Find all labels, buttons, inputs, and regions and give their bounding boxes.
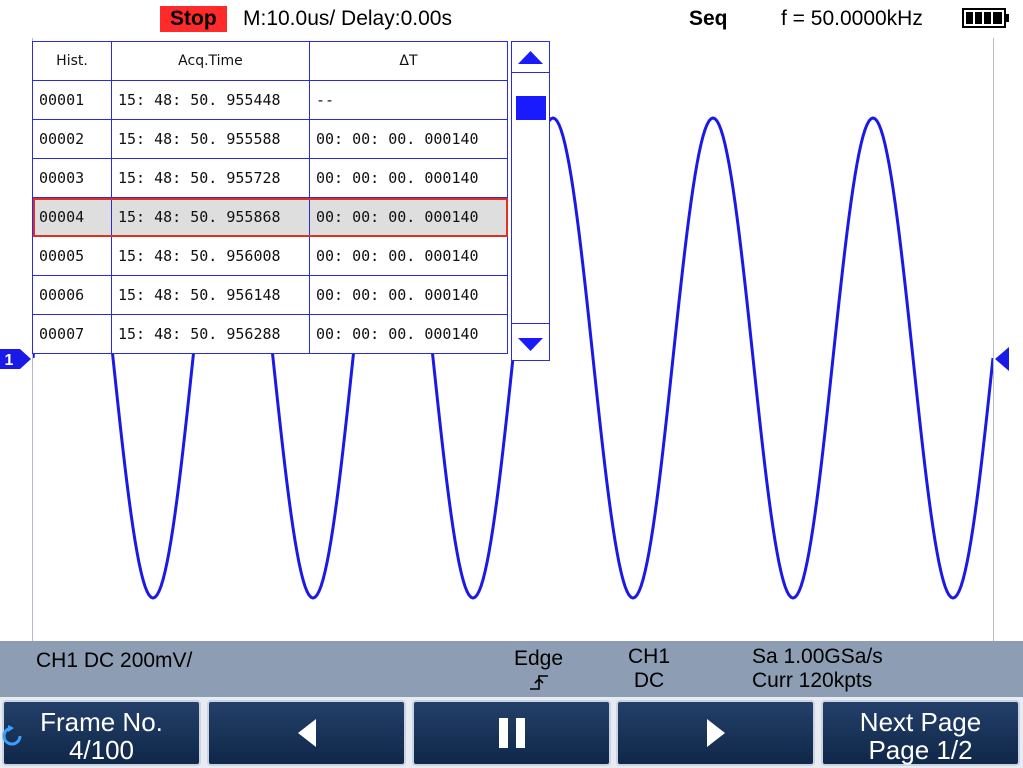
- trigger-coupling-label: DC: [633, 669, 665, 692]
- history-frame-table: Hist. Acq.Time ΔT 00001 15: 48: 50. 9554…: [32, 41, 508, 354]
- delta-t-cell: 00: 00: 00. 000140: [309, 236, 508, 276]
- sample-rate-readout: Sa 1.00GSa/s Curr 120kpts: [752, 645, 883, 693]
- hist-cell: 00005: [32, 236, 112, 276]
- acquisition-mode-readout: Seq: [689, 7, 728, 30]
- hist-cell: 00001: [32, 80, 112, 120]
- delta-t-cell: 00: 00: 00. 000140: [309, 158, 508, 198]
- delta-t-cell: --: [309, 80, 508, 120]
- scroll-up-arrow-icon[interactable]: [512, 42, 549, 73]
- acq-time-cell: 15: 48: 50. 955868: [111, 197, 310, 237]
- table-row[interactable]: 00003 15: 48: 50. 955728 00: 00: 00. 000…: [32, 158, 508, 198]
- table-row-selected[interactable]: 00004 15: 48: 50. 955868 00: 00: 00. 000…: [32, 197, 508, 237]
- triangle-left-icon: [297, 719, 316, 747]
- delta-t-cell: 00: 00: 00. 000140: [309, 275, 508, 315]
- table-row[interactable]: 00001 15: 48: 50. 955448 --: [32, 80, 508, 120]
- trigger-source-label: CH1: [628, 645, 671, 668]
- memory-depth-label: Curr 120kpts: [752, 669, 873, 692]
- acq-time-cell: 15: 48: 50. 955448: [111, 80, 310, 120]
- acq-time-cell: 15: 48: 50. 956008: [111, 236, 310, 276]
- page-indicator: Page 1/2: [868, 735, 973, 765]
- frame-number-value: 4/100: [68, 735, 135, 765]
- column-header-delta-t: ΔT: [309, 41, 508, 81]
- hist-cell: 00002: [32, 119, 112, 159]
- run-stop-status-badge[interactable]: Stop: [160, 6, 227, 32]
- hist-cell: 00006: [32, 275, 112, 315]
- delta-t-cell: 00: 00: 00. 000140: [309, 314, 508, 354]
- column-header-acq-time: Acq.Time: [111, 41, 310, 81]
- play-pause-button[interactable]: [412, 700, 611, 766]
- delta-t-cell: 00: 00: 00. 000140: [309, 197, 508, 237]
- rising-edge-icon: [530, 675, 548, 690]
- previous-frame-button[interactable]: [207, 700, 406, 766]
- trigger-source-readout[interactable]: CH1 DC: [628, 645, 670, 693]
- measurement-info-bar: CH1 DC 200mV/ Edge CH1 DC Sa 1.00GSa/s C…: [0, 641, 1023, 697]
- timebase-delay-readout: M:10.0us/ Delay:0.00s: [243, 7, 452, 30]
- next-page-label: Next Page: [859, 707, 982, 737]
- acq-time-cell: 15: 48: 50. 956148: [111, 275, 310, 315]
- ch1-marker-label: 1: [5, 352, 14, 369]
- column-header-hist: Hist.: [32, 41, 112, 81]
- triangle-right-icon: [706, 719, 725, 747]
- table-header-row: Hist. Acq.Time ΔT: [32, 41, 508, 81]
- hist-cell: 00003: [32, 158, 112, 198]
- table-row[interactable]: 00002 15: 48: 50. 955588 00: 00: 00. 000…: [32, 119, 508, 159]
- acq-time-cell: 15: 48: 50. 956288: [111, 314, 310, 354]
- history-scrollbar[interactable]: [511, 41, 550, 361]
- sample-rate-label: Sa 1.00GSa/s: [752, 645, 883, 668]
- frame-number-label: Frame No.: [40, 707, 163, 737]
- trigger-type-readout[interactable]: Edge: [514, 647, 563, 671]
- next-page-softkey[interactable]: Next Page Page 1/2: [821, 700, 1020, 766]
- ch1-settings-readout[interactable]: CH1 DC 200mV/: [36, 649, 192, 673]
- trigger-level-marker-icon[interactable]: [993, 346, 1011, 372]
- acq-time-cell: 15: 48: 50. 955728: [111, 158, 310, 198]
- scroll-down-arrow-icon[interactable]: [512, 323, 549, 360]
- ch1-offset-marker-icon[interactable]: 1: [0, 348, 32, 370]
- status-bar: Stop M:10.0us/ Delay:0.00s Seq f = 50.00…: [0, 0, 1023, 38]
- acq-time-cell: 15: 48: 50. 955588: [111, 119, 310, 159]
- pause-icon: [498, 718, 525, 748]
- hist-cell: 00007: [32, 314, 112, 354]
- table-row[interactable]: 00006 15: 48: 50. 956148 00: 00: 00. 000…: [32, 275, 508, 315]
- softkey-bar: Frame No. 4/100 Next Page Page 1/2: [0, 697, 1023, 768]
- table-row[interactable]: 00007 15: 48: 50. 956288 00: 00: 00. 000…: [32, 314, 508, 354]
- frame-number-softkey[interactable]: Frame No. 4/100: [2, 700, 201, 766]
- hist-cell: 00004: [32, 197, 112, 237]
- frequency-readout: f = 50.0000kHz: [781, 7, 923, 30]
- scrollbar-thumb[interactable]: [516, 95, 546, 120]
- battery-full-icon: [962, 8, 1009, 28]
- rotate-knob-icon: [2, 725, 22, 746]
- delta-t-cell: 00: 00: 00. 000140: [309, 119, 508, 159]
- table-row[interactable]: 00005 15: 48: 50. 956008 00: 00: 00. 000…: [32, 236, 508, 276]
- next-frame-button[interactable]: [616, 700, 815, 766]
